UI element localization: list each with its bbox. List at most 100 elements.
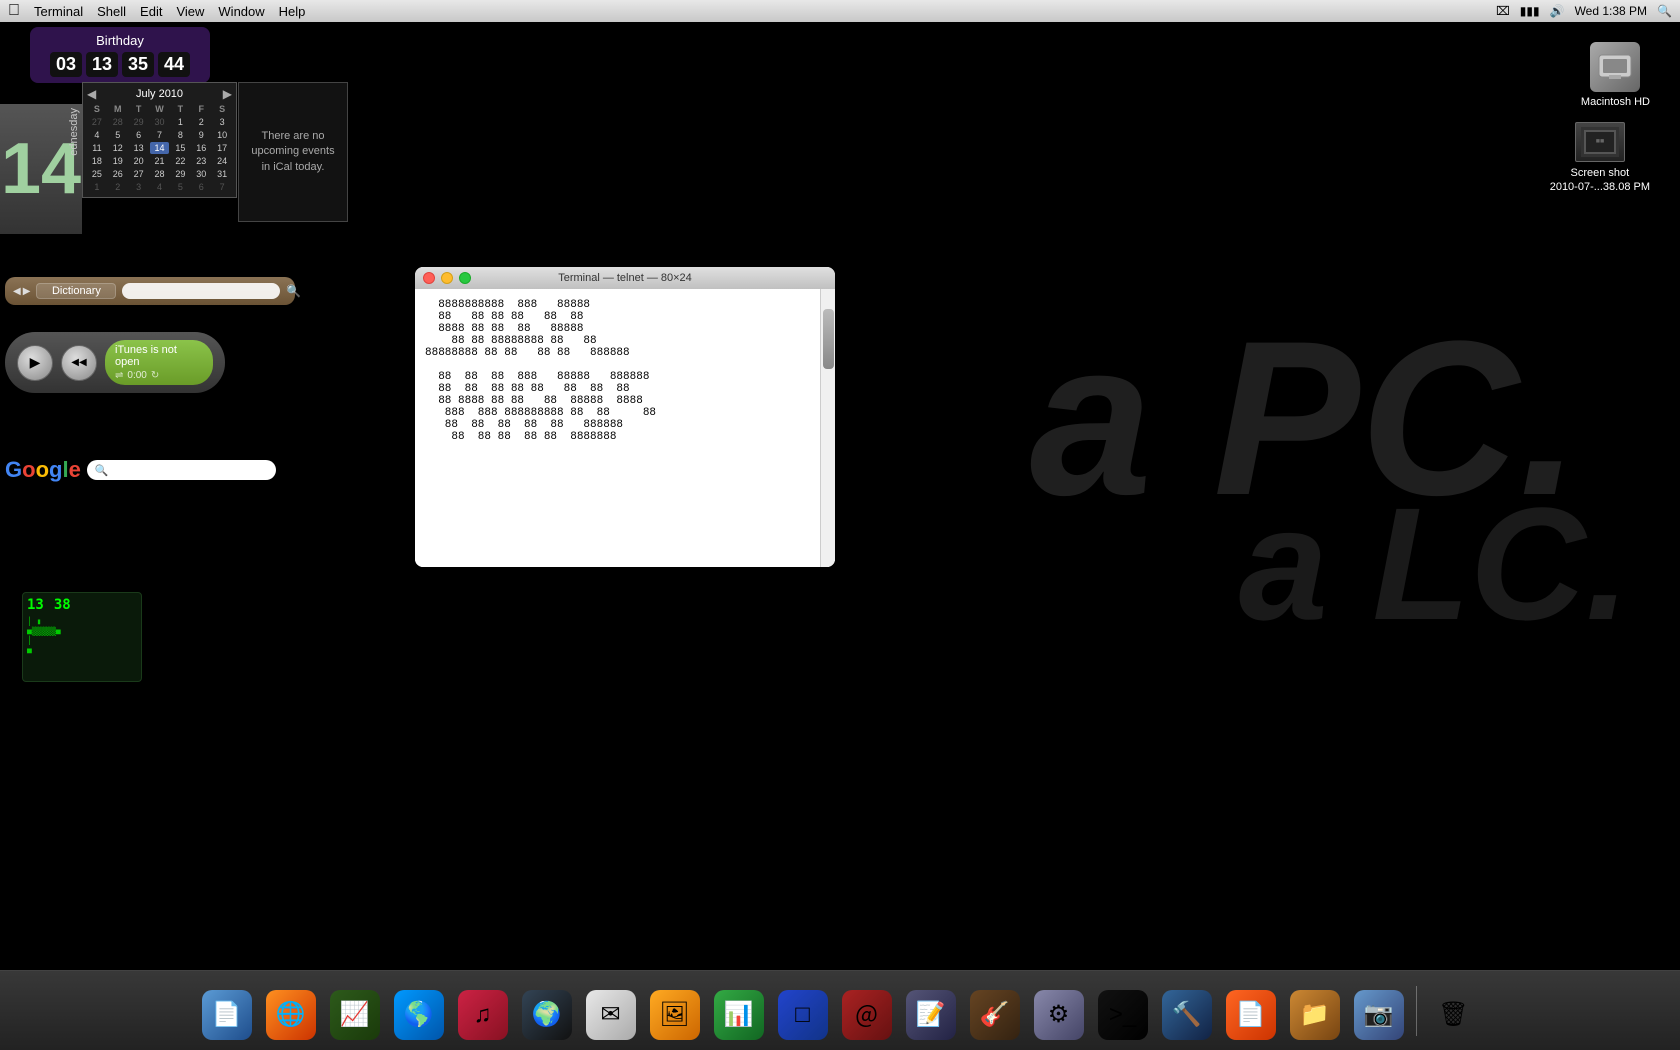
cal-day[interactable]: 3 (212, 116, 232, 128)
clock-minutes: 38 (54, 597, 71, 613)
cal-day[interactable]: 31 (212, 168, 232, 180)
cal-day[interactable]: 9 (191, 129, 211, 141)
dock-item-iphoto[interactable]: 📷 (1350, 982, 1408, 1040)
cal-day[interactable]: 28 (108, 116, 128, 128)
terminal-minimize-button[interactable] (441, 272, 453, 284)
cal-day[interactable]: 5 (108, 129, 128, 141)
dock-item-terminal[interactable]: >_ (1094, 982, 1152, 1040)
cal-day[interactable]: 30 (191, 168, 211, 180)
dict-back-arrow[interactable]: ◀ (13, 286, 21, 297)
bluetooth-icon[interactable]: ⌧ (1496, 4, 1510, 18)
cal-day[interactable]: 20 (129, 155, 149, 167)
dock-icon-terminal: >_ (1098, 990, 1148, 1040)
dict-fwd-arrow[interactable]: ▶ (23, 286, 31, 297)
dock-item-firefox[interactable]: 🌐 (262, 982, 320, 1040)
cal-day[interactable]: 8 (170, 129, 190, 141)
cal-day[interactable]: 14 (150, 142, 170, 154)
cal-day[interactable]: 3 (129, 181, 149, 193)
cal-day[interactable]: 30 (150, 116, 170, 128)
cal-day[interactable]: 26 (108, 168, 128, 180)
cal-header-M: M (108, 103, 128, 115)
cal-day[interactable]: 7 (212, 181, 232, 193)
cal-day[interactable]: 16 (191, 142, 211, 154)
spotlight-icon[interactable]: 🔍 (1657, 4, 1672, 18)
cal-day[interactable]: 27 (129, 168, 149, 180)
screenshot-icon[interactable]: ■■ Screen shot2010-07-...38.08 PM (1550, 122, 1650, 195)
dock-item-vmware-fusion[interactable]: □ (774, 982, 832, 1040)
dock-item-stacks[interactable]: 📁 (1286, 982, 1344, 1040)
dict-search-input[interactable] (122, 283, 280, 299)
cal-day[interactable]: 12 (108, 142, 128, 154)
cal-day[interactable]: 1 (87, 181, 107, 193)
cal-day[interactable]: 17 (212, 142, 232, 154)
dock-item-finder[interactable]: 📄 (198, 982, 256, 1040)
cal-day[interactable]: 24 (212, 155, 232, 167)
terminal-maximize-button[interactable] (459, 272, 471, 284)
dock-item-xcode[interactable]: 🔨 (1158, 982, 1216, 1040)
cal-prev[interactable]: ◀ (87, 87, 96, 101)
cal-day[interactable]: 2 (191, 116, 211, 128)
cal-day[interactable]: 2 (108, 181, 128, 193)
dict-search-icon: 🔍 (286, 284, 301, 298)
itunes-label: iTunes is not open (115, 344, 203, 368)
cal-day[interactable]: 18 (87, 155, 107, 167)
cal-day[interactable]: 1 (170, 116, 190, 128)
dock-item-pages[interactable]: 📄 (1222, 982, 1280, 1040)
terminal-scrollbar[interactable] (820, 289, 835, 567)
bday-num-1: 03 (50, 52, 82, 77)
cal-day[interactable]: 15 (170, 142, 190, 154)
cal-day[interactable]: 25 (87, 168, 107, 180)
cal-day[interactable]: 29 (170, 168, 190, 180)
cal-next[interactable]: ▶ (223, 87, 232, 101)
cal-day[interactable]: 5 (170, 181, 190, 193)
terminal-content[interactable]: 8888888888 888 88888 88 88 88 88 88 88 8… (415, 289, 820, 567)
menu-help[interactable]: Help (279, 4, 306, 19)
macintosh-hd-icon[interactable]: Macintosh HD (1581, 42, 1650, 108)
cal-day[interactable]: 7 (150, 129, 170, 141)
dock-item-trash[interactable]: 🗑 (1425, 982, 1483, 1040)
cal-day[interactable]: 21 (150, 155, 170, 167)
cal-day[interactable]: 11 (87, 142, 107, 154)
dock-item-numbers[interactable]: 📊 (710, 982, 768, 1040)
dock-item-activity-monitor[interactable]: 📈 (326, 982, 384, 1040)
dock-item-script-editor[interactable]: 📝 (902, 982, 960, 1040)
dock-item-gallery[interactable]: 🖼 (646, 982, 704, 1040)
itunes-prev-button[interactable]: ◀◀ (61, 345, 97, 381)
itunes-shuffle-icon[interactable]: ⇌ (115, 370, 123, 381)
ical-text: There are no upcoming events in iCal tod… (247, 129, 339, 175)
cal-day[interactable]: 19 (108, 155, 128, 167)
itunes-repeat-icon[interactable]: ↻ (151, 370, 159, 381)
menu-edit[interactable]: Edit (140, 4, 162, 19)
menu-window[interactable]: Window (218, 4, 264, 19)
dict-selector[interactable]: Dictionary (36, 283, 116, 299)
cal-day[interactable]: 6 (191, 181, 211, 193)
dock-icon-firefox: 🌐 (266, 990, 316, 1040)
apple-menu[interactable]:  (8, 2, 20, 20)
dock-item-network[interactable]: 🌍 (518, 982, 576, 1040)
volume-icon[interactable]: 🔊 (1550, 4, 1565, 18)
terminal-close-button[interactable] (423, 272, 435, 284)
google-search-input[interactable] (113, 463, 268, 477)
cal-day[interactable]: 22 (170, 155, 190, 167)
dock-item-mail[interactable]: ✉ (582, 982, 640, 1040)
cal-day[interactable]: 4 (87, 129, 107, 141)
cal-day[interactable]: 28 (150, 168, 170, 180)
cal-day[interactable]: 23 (191, 155, 211, 167)
cal-day[interactable]: 4 (150, 181, 170, 193)
dock-icon-font-book: ＠ (842, 990, 892, 1040)
cal-day[interactable]: 13 (129, 142, 149, 154)
itunes-play-button[interactable]: ▶ (17, 345, 53, 381)
dock-item-itunes[interactable]: ♫ (454, 982, 512, 1040)
cal-day[interactable]: 10 (212, 129, 232, 141)
dock-item-garageband[interactable]: 🎸 (966, 982, 1024, 1040)
cal-day[interactable]: 29 (129, 116, 149, 128)
cal-day[interactable]: 6 (129, 129, 149, 141)
menu-view[interactable]: View (176, 4, 204, 19)
dock-item-font-book[interactable]: ＠ (838, 982, 896, 1040)
menu-terminal[interactable]: Terminal (34, 4, 83, 19)
menu-shell[interactable]: Shell (97, 4, 126, 19)
dock-item-system-preferences[interactable]: ⚙ (1030, 982, 1088, 1040)
dock-item-safari[interactable]: 🌎 (390, 982, 448, 1040)
cal-day[interactable]: 27 (87, 116, 107, 128)
watermark-pc: a PC. (1030, 292, 1580, 545)
